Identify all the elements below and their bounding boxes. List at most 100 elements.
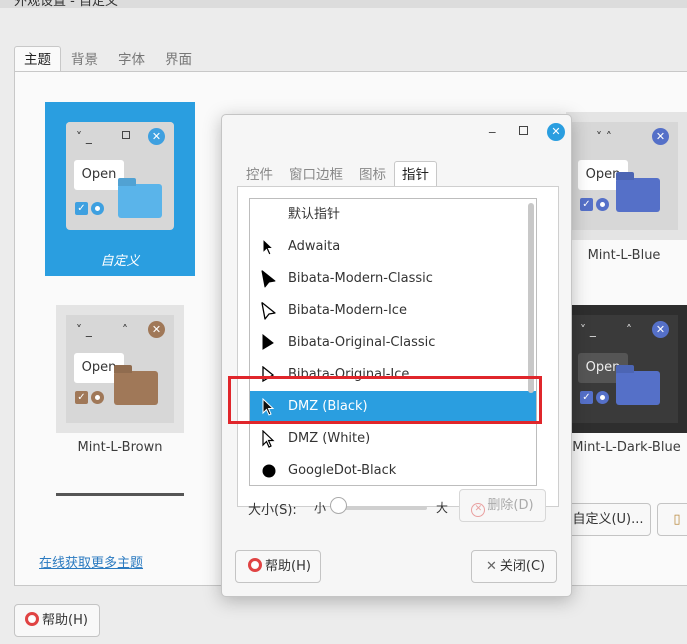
- main-tab-bar: 主题 背景 字体 界面: [14, 46, 202, 72]
- folder-icon: [114, 371, 158, 405]
- list-scrollbar[interactable]: [528, 203, 534, 393]
- help-button-label: 帮助(H): [265, 559, 311, 574]
- minimize-icon: ˅ _: [76, 323, 92, 337]
- maximize-icon: [122, 131, 130, 139]
- list-item[interactable]: Bibata-Modern-Ice: [250, 295, 536, 327]
- arrow-cursor-icon: [262, 238, 275, 256]
- checkbox-icon: ✓: [580, 391, 593, 404]
- delete-button[interactable]: ✕ 删除(D): [459, 489, 546, 522]
- theme-label-mint-l-brown: Mint-L-Brown: [77, 440, 163, 455]
- list-item[interactable]: Bibata-Original-Ice: [250, 359, 536, 391]
- theme-preview-mint-l-dark-blue: ˅ _ ˄ ✕ Open ✓: [566, 315, 678, 423]
- tab-window-borders[interactable]: 窗口边框: [281, 161, 351, 187]
- arrow-cursor-icon: [262, 334, 274, 350]
- cursor-item-label: Bibata-Original-Ice: [288, 367, 410, 382]
- checkbox-icon: ✓: [75, 391, 88, 404]
- list-item[interactable]: Bibata-Modern-Classic: [250, 263, 536, 295]
- minimize-icon[interactable]: _: [489, 119, 496, 134]
- close-button-label: 关闭(C): [499, 559, 546, 574]
- help-lifebuoy-icon: [25, 612, 39, 626]
- customize-button[interactable]: 自定义(U)...: [565, 503, 651, 536]
- close-button-dialog[interactable]: ✕ 关闭(C): [471, 550, 557, 583]
- theme-label-mint-l-dark-blue: Mint-L-Dark-Blue: [572, 440, 681, 455]
- folder-icon: [118, 184, 162, 218]
- delete-icon: ✕: [471, 503, 486, 517]
- theme-card-mint-l-brown[interactable]: ˅ _ ˄ ✕ Open ✓: [56, 305, 184, 433]
- tab-background[interactable]: 背景: [61, 46, 108, 72]
- theme-label-mint-l-blue: Mint-L-Blue: [587, 248, 661, 263]
- restore-icon: ˄: [122, 323, 128, 337]
- cursor-settings-dialog: _ ✕ 控件 窗口边框 图标 指针 默认指针 Adwaita Bibata-Mo…: [221, 114, 572, 597]
- theme-preview-mint-l-brown: ˅ _ ˄ ✕ Open ✓: [66, 315, 174, 423]
- list-item-selected[interactable]: DMZ (Black): [250, 391, 536, 423]
- cursor-size-slider-track[interactable]: [333, 506, 427, 510]
- slider-small-label: 小: [314, 501, 327, 515]
- help-lifebuoy-icon: [248, 558, 262, 572]
- cursor-item-label: Bibata-Original-Classic: [288, 335, 436, 350]
- help-button-dialog[interactable]: 帮助(H): [235, 550, 321, 583]
- folder-icon: [616, 178, 660, 212]
- theme-card-mint-l-dark-blue[interactable]: ˅ _ ˄ ✕ Open ✓: [566, 305, 687, 433]
- cursor-theme-list[interactable]: 默认指针 Adwaita Bibata-Modern-Classic Bibat…: [249, 198, 537, 486]
- close-icon: ✕: [652, 321, 669, 338]
- tab-controls[interactable]: 控件: [238, 161, 281, 187]
- list-item[interactable]: Bibata-Original-Classic: [250, 327, 536, 359]
- cursor-item-label: 默认指针: [288, 207, 341, 222]
- tab-icons[interactable]: 图标: [351, 161, 394, 187]
- radio-icon: [596, 198, 609, 211]
- list-item[interactable]: GoogleDot-Black: [250, 455, 536, 485]
- arrow-cursor-icon: [262, 366, 275, 383]
- tab-theme[interactable]: 主题: [14, 46, 61, 72]
- cursor-item-label: Bibata-Modern-Classic: [288, 271, 433, 286]
- arrow-cursor-icon: [262, 430, 275, 448]
- cursor-item-label: Adwaita: [288, 239, 341, 254]
- preview-open-button: Open: [74, 160, 124, 190]
- theme-label-custom: 自定义: [100, 254, 140, 269]
- more-themes-link[interactable]: 在线获取更多主题: [39, 552, 143, 571]
- list-item[interactable]: Adwaita: [250, 231, 536, 263]
- checkbox-icon: ✓: [75, 202, 88, 215]
- cursor-item-label: DMZ (Black): [288, 399, 368, 414]
- tab-interface[interactable]: 界面: [155, 46, 202, 72]
- cursor-item-label: GoogleDot-Black: [288, 463, 397, 478]
- help-button-main[interactable]: 帮助(H): [14, 604, 100, 637]
- extra-button[interactable]: ▯: [657, 503, 687, 536]
- help-button-label: 帮助(H): [42, 613, 88, 628]
- delete-button-label: 删除(D): [487, 498, 534, 513]
- close-icon[interactable]: ✕: [547, 123, 565, 141]
- close-icon: ✕: [652, 128, 669, 145]
- close-icon: ✕: [148, 128, 165, 145]
- tab-pointer[interactable]: 指针: [394, 161, 437, 187]
- checkbox-icon: ✓: [580, 198, 593, 211]
- dialog-tab-bar: 控件 窗口边框 图标 指针: [238, 161, 437, 187]
- slider-large-label: 大: [436, 501, 449, 515]
- list-item[interactable]: 默认指针: [250, 199, 536, 231]
- theme-card-partial: [56, 493, 184, 496]
- folder-icon: [616, 371, 660, 405]
- close-x-icon: ✕: [486, 559, 497, 574]
- arrow-cursor-icon: [261, 302, 276, 320]
- theme-card-mint-l-blue[interactable]: ˅ ˄ ✕ Open ✓: [566, 112, 687, 240]
- dot-cursor-icon: [261, 463, 277, 479]
- main-window-titlebar: 外观设置 - 自定义: [0, 0, 687, 8]
- theme-preview-mint-l-blue: ˅ ˄ ✕ Open ✓: [566, 122, 678, 230]
- arrow-cursor-icon: [261, 270, 276, 288]
- tab-fonts[interactable]: 字体: [108, 46, 155, 72]
- cursor-item-label: DMZ (White): [288, 431, 371, 446]
- radio-icon: [596, 391, 609, 404]
- cursor-size-slider-handle[interactable]: [330, 497, 347, 514]
- minimize-icon: ˅ _: [580, 323, 596, 337]
- pointer-panel: 默认指针 Adwaita Bibata-Modern-Classic Bibat…: [237, 186, 559, 507]
- maximize-icon[interactable]: [519, 126, 528, 135]
- minimize-icon: ˅ _: [76, 130, 92, 144]
- list-item[interactable]: DMZ (White): [250, 423, 536, 455]
- main-window-title: 外观设置 - 自定义: [14, 0, 118, 8]
- cursor-item-label: Bibata-Modern-Ice: [288, 303, 407, 318]
- radio-icon: [91, 391, 104, 404]
- theme-card-custom[interactable]: ˅ _ ✕ Open ✓ 自定义: [45, 102, 195, 276]
- restore-icon: ˅ ˄: [596, 130, 612, 144]
- arrow-cursor-icon: [262, 398, 275, 416]
- close-icon: ✕: [148, 321, 165, 338]
- radio-icon: [91, 202, 104, 215]
- theme-preview-custom: ˅ _ ✕ Open ✓: [66, 122, 174, 230]
